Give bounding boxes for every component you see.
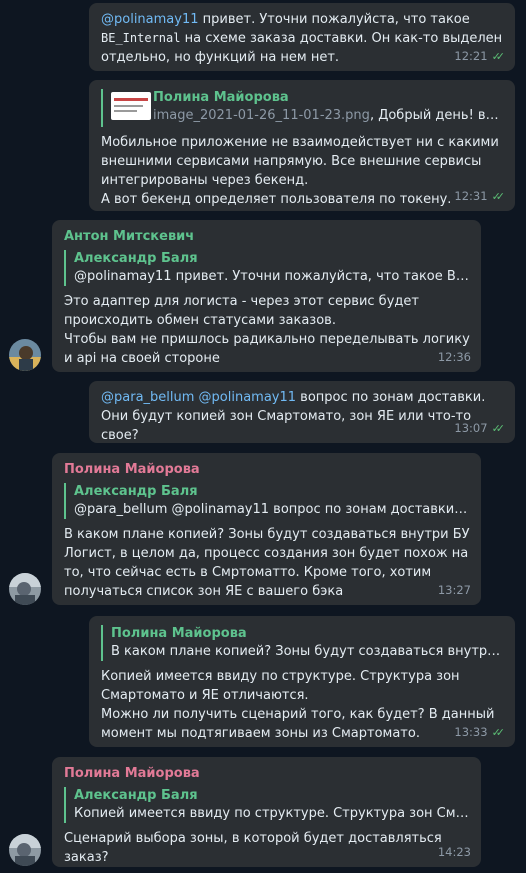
- message-bubble[interactable]: @para_bellum @polinamay11 вопрос по зона…: [89, 381, 515, 443]
- mention-link[interactable]: @polinamay11: [199, 390, 297, 405]
- double-check-icon: ✓✓: [491, 50, 506, 63]
- message-bubble[interactable]: Полина Майорова В каком плане копией? Зо…: [89, 616, 515, 747]
- avatar[interactable]: [9, 339, 41, 371]
- message-bubble[interactable]: Полина Майорова image_2021-01-26_11-01-2…: [89, 80, 515, 211]
- message-meta: 13:33 ✓✓: [454, 723, 505, 742]
- message-author[interactable]: Полина Майорова: [64, 764, 471, 783]
- message-text: В каком плане копией? Зоны будут создава…: [64, 527, 474, 599]
- message-time: 12:31: [454, 189, 488, 203]
- message-text: @para_bellum @polinamay11 вопрос по зона…: [101, 390, 490, 443]
- message-text: Сценарий выбора зоны, в которой будет до…: [64, 831, 446, 865]
- reply-author: Александр Баля: [74, 788, 198, 803]
- reply-author: Полина Майорова: [153, 90, 289, 105]
- message-author[interactable]: Полина Майорова: [64, 460, 471, 479]
- message-time: 13:33: [454, 725, 488, 739]
- message-bubble[interactable]: Полина Майорова Александр Баля Копией им…: [52, 757, 481, 867]
- reply-quote[interactable]: Александр Баля @para_bellum @polinamay11…: [64, 483, 471, 519]
- double-check-icon: ✓✓: [491, 422, 506, 435]
- reply-snippet: @para_bellum @polinamay11 вопрос по зона…: [74, 502, 471, 517]
- message-time: 12:36: [437, 350, 471, 364]
- avatar[interactable]: [9, 573, 41, 605]
- reply-author: Александр Баля: [74, 251, 198, 266]
- reply-author: Полина Майорова: [111, 626, 247, 641]
- reply-snippet: В каком плане копией? Зоны будут создава…: [111, 644, 505, 659]
- message-time: 14:23: [437, 845, 471, 859]
- message-text: @polinamay11 привет. Уточни пожалуйста, …: [101, 12, 507, 65]
- message-text: Это адаптер для логиста - через этот сер…: [64, 294, 470, 366]
- message-time: 13:07: [454, 421, 488, 435]
- image-thumbnail: [111, 92, 151, 120]
- mention-link[interactable]: @polinamay11: [101, 12, 199, 27]
- message-bubble[interactable]: Антон Митскевич Александр Баля @polinama…: [52, 220, 481, 372]
- reply-snippet: image_2021-01-26_11-01-23.png, Добрый де…: [153, 108, 505, 123]
- message-time: 12:21: [454, 49, 488, 63]
- avatar[interactable]: [9, 834, 41, 866]
- message-meta: 12:21 ✓✓: [454, 47, 505, 66]
- reply-quote[interactable]: Полина Майорова image_2021-01-26_11-01-2…: [101, 89, 505, 127]
- message-meta: 12:31 ✓✓: [454, 187, 505, 206]
- message-bubble[interactable]: @polinamay11 привет. Уточни пожалуйста, …: [89, 3, 515, 71]
- reply-snippet: Копией имеется ввиду по структуре. Струк…: [74, 806, 471, 821]
- message-meta: 12:36: [438, 348, 471, 367]
- message-meta: 14:23: [438, 843, 471, 862]
- mention-link[interactable]: @para_bellum: [101, 390, 194, 405]
- message-author[interactable]: Антон Митскевич: [64, 227, 471, 246]
- code-span: BE_Internal: [101, 31, 181, 45]
- message-text: Мобильное приложение не взаимодействует …: [101, 135, 499, 207]
- reply-quote[interactable]: Александр Баля Копией имеется ввиду по с…: [64, 787, 471, 823]
- message-time: 13:27: [437, 583, 471, 597]
- double-check-icon: ✓✓: [491, 190, 506, 203]
- message-meta: 13:27: [438, 581, 471, 600]
- reply-snippet: @polinamay11 привет. Уточни пожалуйста, …: [74, 269, 471, 284]
- message-bubble[interactable]: Полина Майорова Александр Баля @para_bel…: [52, 453, 481, 605]
- message-text: Копией имеется ввиду по структуре. Струк…: [101, 669, 495, 741]
- reply-quote[interactable]: Полина Майорова В каком плане копией? Зо…: [101, 625, 505, 661]
- double-check-icon: ✓✓: [491, 726, 506, 739]
- message-meta: 13:07 ✓✓: [454, 419, 505, 438]
- reply-quote[interactable]: Александр Баля @polinamay11 привет. Уточ…: [64, 250, 471, 286]
- reply-author: Александр Баля: [74, 484, 198, 499]
